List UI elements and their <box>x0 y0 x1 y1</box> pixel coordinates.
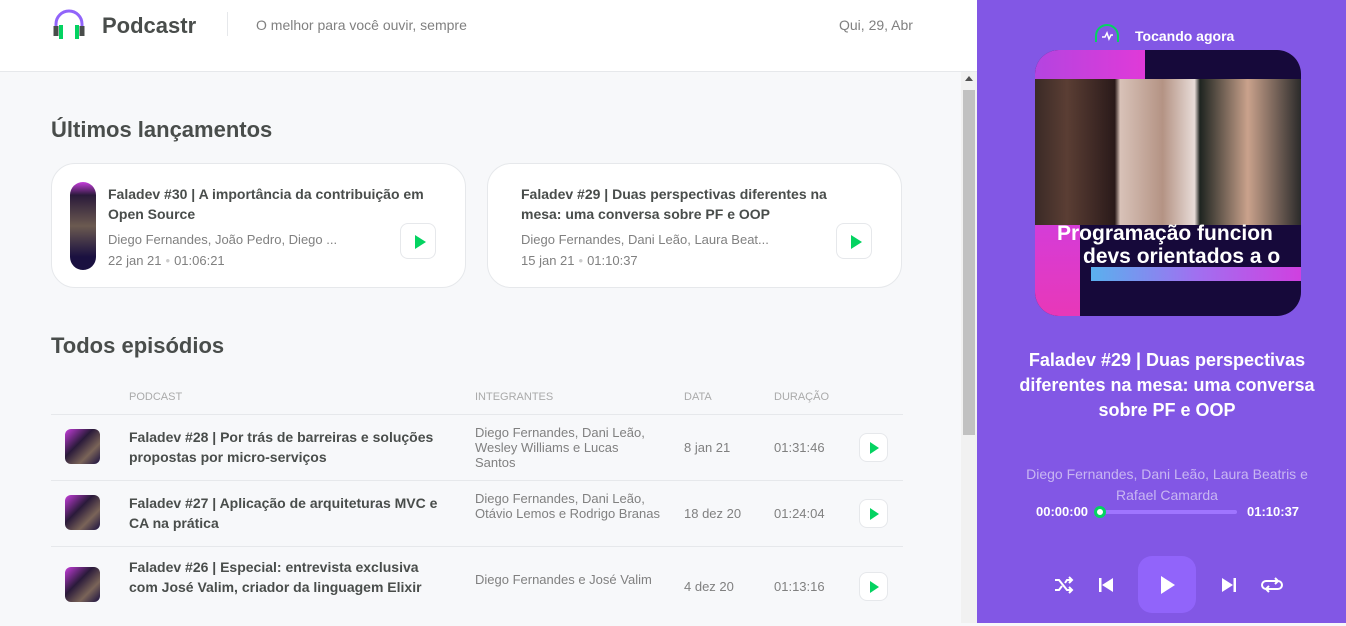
episode-date: 18 dez 20 <box>684 506 742 521</box>
episode-date: 4 dez 20 <box>684 579 734 594</box>
episode-duration: 01:13:16 <box>774 579 825 594</box>
play-pause-button[interactable] <box>1138 556 1196 613</box>
playing-title: Faladev #29 | Duas perspectivas diferent… <box>1019 350 1315 420</box>
table-row: Faladev #28 | Por trás de barreiras e so… <box>51 414 903 480</box>
episode-duration: 01:06:21 <box>174 253 225 268</box>
column-header-members: Integrantes <box>475 391 554 403</box>
episode-members: Diego Fernandes, João Pedro, Diego ... <box>108 232 338 247</box>
episode-thumbnail <box>70 182 96 270</box>
next-icon[interactable] <box>1218 574 1240 596</box>
column-header-date: Data <box>684 391 712 403</box>
shuffle-icon[interactable] <box>1053 574 1075 596</box>
table-row: Faladev #26 | Especial: entrevista exclu… <box>51 546 903 626</box>
playing-members: Diego Fernandes, Dani Leão, Laura Beatri… <box>1026 466 1308 503</box>
episode-duration: 01:31:46 <box>774 440 825 455</box>
episode-members: Diego Fernandes, Dani Leão, Laura Beat..… <box>521 232 769 247</box>
current-date: Qui, 29, Abr <box>839 17 913 33</box>
main-area: Podcastr O melhor para você ouvir, sempr… <box>0 0 977 623</box>
headphones-logo-icon <box>53 9 85 39</box>
table-row: Faladev #27 | Aplicação de arquiteturas … <box>51 480 903 546</box>
now-playing-headphones-icon <box>1095 24 1119 42</box>
header: Podcastr O melhor para você ouvir, sempr… <box>0 0 977 72</box>
play-button[interactable] <box>836 223 872 259</box>
cover-text: Programação funcion devs orientados a o <box>1057 222 1281 268</box>
episode-meta: 15 jan 21 • 01:10:37 <box>521 253 638 268</box>
latest-episode-card[interactable]: Faladev #30 | A importância da contribui… <box>51 163 466 288</box>
episode-duration: 01:24:04 <box>774 506 825 521</box>
progress-slider[interactable] <box>1099 510 1237 514</box>
divider <box>227 12 228 36</box>
episode-members: Diego Fernandes e José Valim <box>475 572 652 587</box>
scrollbar[interactable] <box>961 72 977 623</box>
app-name: Podcastr <box>102 13 197 38</box>
episode-title[interactable]: Faladev #30 | A importância da contribui… <box>108 184 438 224</box>
play-button[interactable] <box>859 572 888 601</box>
all-episodes-heading: Todos episódios <box>51 333 225 358</box>
episode-date: 8 jan 21 <box>684 440 731 455</box>
latest-episode-card[interactable]: Faladev #29 | Duas perspectivas diferent… <box>487 163 902 288</box>
previous-icon[interactable] <box>1095 574 1117 596</box>
episode-thumbnail <box>65 429 100 464</box>
episode-thumbnail <box>65 495 100 530</box>
scrollbar-thumb[interactable] <box>963 90 975 435</box>
repeat-icon[interactable] <box>1261 574 1283 596</box>
episode-date: 22 jan 21 <box>108 253 162 268</box>
play-button[interactable] <box>859 433 888 462</box>
episode-title[interactable]: Faladev #26 | Especial: entrevista exclu… <box>129 557 449 597</box>
current-time: 00:00:00 <box>1036 504 1089 519</box>
tagline: O melhor para você ouvir, sempre <box>256 17 467 33</box>
latest-heading: Últimos lançamentos <box>51 117 273 142</box>
episode-title[interactable]: Faladev #28 | Por trás de barreiras e so… <box>129 427 449 467</box>
now-playing-label: Tocando agora <box>1135 28 1235 44</box>
column-header-podcast: Podcast <box>129 391 183 403</box>
episode-duration: 01:10:37 <box>587 253 638 268</box>
player-panel: Tocando agora Programação funcion devs or… <box>977 0 1346 623</box>
episode-meta: 22 jan 21 • 01:06:21 <box>108 253 225 268</box>
episode-cover: Programação funcion devs orientados a o <box>1035 50 1301 316</box>
play-button[interactable] <box>859 499 888 528</box>
episode-title[interactable]: Faladev #29 | Duas perspectivas diferent… <box>521 184 866 224</box>
episode-title[interactable]: Faladev #27 | Aplicação de arquiteturas … <box>129 493 449 533</box>
column-header-duration: Duração <box>774 391 830 403</box>
total-time: 01:10:37 <box>1247 504 1300 519</box>
play-button[interactable] <box>400 223 436 259</box>
scroll-up-arrow-icon[interactable] <box>965 76 973 81</box>
episode-thumbnail <box>65 567 100 602</box>
episode-members: Diego Fernandes, Dani Leão, Wesley Willi… <box>475 425 645 470</box>
episode-members: Diego Fernandes, Dani Leão, Otávio Lemos… <box>475 491 660 521</box>
progress-handle[interactable] <box>1094 506 1106 518</box>
episode-date: 15 jan 21 <box>521 253 575 268</box>
